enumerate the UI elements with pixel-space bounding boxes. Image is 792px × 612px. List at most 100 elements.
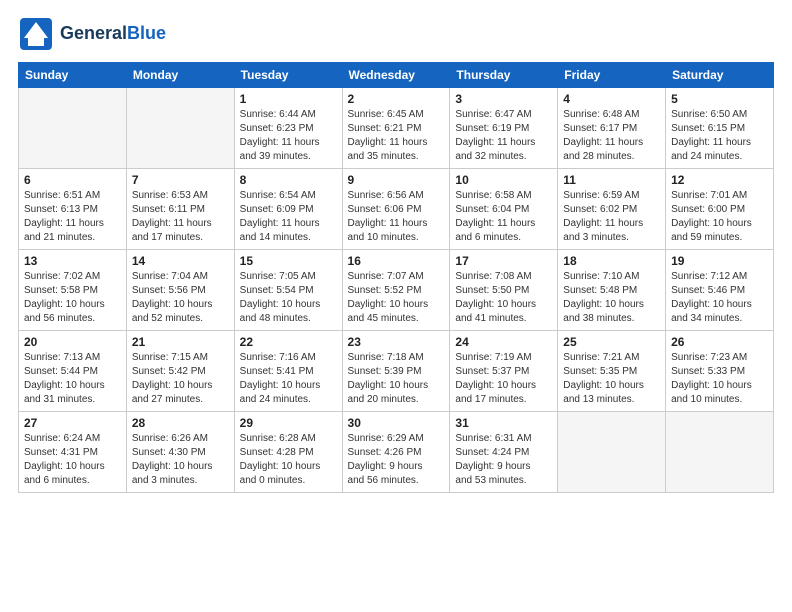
calendar-cell xyxy=(666,412,774,493)
col-header-thursday: Thursday xyxy=(450,63,558,88)
calendar-cell: 25Sunrise: 7:21 AM Sunset: 5:35 PM Dayli… xyxy=(558,331,666,412)
day-number: 7 xyxy=(132,173,229,187)
day-info: Sunrise: 7:04 AM Sunset: 5:56 PM Dayligh… xyxy=(132,270,229,326)
week-row-3: 13 Sunrise: 7:02 AM Sunset: 5:58 PM Dayli… xyxy=(19,250,774,331)
calendar-cell: 8Sunrise: 6:54 AM Sunset: 6:09 PM Daylig… xyxy=(234,169,342,250)
day-number: 17 xyxy=(455,254,552,268)
day-number: 21 xyxy=(132,335,229,349)
calendar-cell: 12 Sunrise: 7:01 AM Sunset: 6:00 PM Dayli… xyxy=(666,169,774,250)
calendar-cell: 5 Sunrise: 6:50 AM Sunset: 6:15 PM Daylig… xyxy=(666,88,774,169)
day-number: 24 xyxy=(455,335,552,349)
logo-icon xyxy=(18,16,54,52)
calendar-cell xyxy=(126,88,234,169)
day-number: 28 xyxy=(132,416,229,430)
day-info: Sunrise: 6:24 AM Sunset: 4:31 PM Dayligh… xyxy=(24,432,121,488)
col-header-saturday: Saturday xyxy=(666,63,774,88)
calendar-cell: 15 Sunrise: 7:05 AM Sunset: 5:54 PM Dayli… xyxy=(234,250,342,331)
day-info: Sunrise: 7:15 AM Sunset: 5:42 PM Dayligh… xyxy=(132,351,229,407)
day-number: 30 xyxy=(348,416,445,430)
day-number: 1 xyxy=(240,92,337,106)
day-info: Sunrise: 7:23 AM Sunset: 5:33 PM Dayligh… xyxy=(671,351,768,407)
calendar-cell: 14Sunrise: 7:04 AM Sunset: 5:56 PM Dayli… xyxy=(126,250,234,331)
day-info: Sunrise: 6:26 AM Sunset: 4:30 PM Dayligh… xyxy=(132,432,229,488)
calendar-cell: 30 Sunrise: 6:29 AM Sunset: 4:26 PM Dayli… xyxy=(342,412,450,493)
day-number: 15 xyxy=(240,254,337,268)
calendar-cell xyxy=(558,412,666,493)
day-number: 5 xyxy=(671,92,768,106)
col-header-sunday: Sunday xyxy=(19,63,127,88)
calendar-cell: 29 Sunrise: 6:28 AM Sunset: 4:28 PM Dayli… xyxy=(234,412,342,493)
day-info: Sunrise: 6:44 AM Sunset: 6:23 PM Dayligh… xyxy=(240,108,337,164)
day-info: Sunrise: 7:16 AM Sunset: 5:41 PM Dayligh… xyxy=(240,351,337,407)
day-number: 19 xyxy=(671,254,768,268)
calendar-cell: 21 Sunrise: 7:15 AM Sunset: 5:42 PM Dayli… xyxy=(126,331,234,412)
calendar-cell: 31Sunrise: 6:31 AM Sunset: 4:24 PM Dayli… xyxy=(450,412,558,493)
day-info: Sunrise: 6:50 AM Sunset: 6:15 PM Dayligh… xyxy=(671,108,768,164)
day-number: 11 xyxy=(563,173,660,187)
day-info: Sunrise: 7:13 AM Sunset: 5:44 PM Dayligh… xyxy=(24,351,121,407)
calendar-cell: 23 Sunrise: 7:18 AM Sunset: 5:39 PM Dayli… xyxy=(342,331,450,412)
day-number: 22 xyxy=(240,335,337,349)
calendar-cell: 11 Sunrise: 6:59 AM Sunset: 6:02 PM Dayli… xyxy=(558,169,666,250)
logo-blue: Blue xyxy=(127,23,166,43)
logo: GeneralBlue xyxy=(18,16,166,52)
calendar-cell: 19 Sunrise: 7:12 AM Sunset: 5:46 PM Dayli… xyxy=(666,250,774,331)
day-info: Sunrise: 6:56 AM Sunset: 6:06 PM Dayligh… xyxy=(348,189,445,245)
day-number: 12 xyxy=(671,173,768,187)
day-info: Sunrise: 6:45 AM Sunset: 6:21 PM Dayligh… xyxy=(348,108,445,164)
calendar-cell: 9Sunrise: 6:56 AM Sunset: 6:06 PM Daylig… xyxy=(342,169,450,250)
day-info: Sunrise: 7:21 AM Sunset: 5:35 PM Dayligh… xyxy=(563,351,660,407)
day-info: Sunrise: 7:08 AM Sunset: 5:50 PM Dayligh… xyxy=(455,270,552,326)
day-info: Sunrise: 6:47 AM Sunset: 6:19 PM Dayligh… xyxy=(455,108,552,164)
calendar-cell: 2 Sunrise: 6:45 AM Sunset: 6:21 PM Daylig… xyxy=(342,88,450,169)
calendar-cell xyxy=(19,88,127,169)
calendar-cell: 26 Sunrise: 7:23 AM Sunset: 5:33 PM Dayli… xyxy=(666,331,774,412)
calendar-cell: 3Sunrise: 6:47 AM Sunset: 6:19 PM Daylig… xyxy=(450,88,558,169)
day-number: 10 xyxy=(455,173,552,187)
calendar-cell: 6 Sunrise: 6:51 AM Sunset: 6:13 PM Daylig… xyxy=(19,169,127,250)
day-number: 13 xyxy=(24,254,121,268)
calendar-cell: 4Sunrise: 6:48 AM Sunset: 6:17 PM Daylig… xyxy=(558,88,666,169)
calendar-cell: 7Sunrise: 6:53 AM Sunset: 6:11 PM Daylig… xyxy=(126,169,234,250)
page: GeneralBlue SundayMondayTuesdayWednesday… xyxy=(0,0,792,612)
logo-general: General xyxy=(60,23,127,43)
col-header-tuesday: Tuesday xyxy=(234,63,342,88)
day-info: Sunrise: 7:19 AM Sunset: 5:37 PM Dayligh… xyxy=(455,351,552,407)
day-info: Sunrise: 7:18 AM Sunset: 5:39 PM Dayligh… xyxy=(348,351,445,407)
col-header-friday: Friday xyxy=(558,63,666,88)
calendar-cell: 24 Sunrise: 7:19 AM Sunset: 5:37 PM Dayli… xyxy=(450,331,558,412)
col-header-monday: Monday xyxy=(126,63,234,88)
day-number: 16 xyxy=(348,254,445,268)
day-number: 23 xyxy=(348,335,445,349)
calendar-cell: 10 Sunrise: 6:58 AM Sunset: 6:04 PM Dayli… xyxy=(450,169,558,250)
day-info: Sunrise: 7:02 AM Sunset: 5:58 PM Dayligh… xyxy=(24,270,121,326)
week-row-4: 20 Sunrise: 7:13 AM Sunset: 5:44 PM Dayli… xyxy=(19,331,774,412)
day-number: 20 xyxy=(24,335,121,349)
day-info: Sunrise: 7:12 AM Sunset: 5:46 PM Dayligh… xyxy=(671,270,768,326)
day-info: Sunrise: 6:58 AM Sunset: 6:04 PM Dayligh… xyxy=(455,189,552,245)
calendar-cell: 22 Sunrise: 7:16 AM Sunset: 5:41 PM Dayli… xyxy=(234,331,342,412)
day-info: Sunrise: 6:51 AM Sunset: 6:13 PM Dayligh… xyxy=(24,189,121,245)
day-info: Sunrise: 7:01 AM Sunset: 6:00 PM Dayligh… xyxy=(671,189,768,245)
day-number: 6 xyxy=(24,173,121,187)
week-row-2: 6 Sunrise: 6:51 AM Sunset: 6:13 PM Daylig… xyxy=(19,169,774,250)
day-info: Sunrise: 6:48 AM Sunset: 6:17 PM Dayligh… xyxy=(563,108,660,164)
day-number: 27 xyxy=(24,416,121,430)
calendar-cell: 17 Sunrise: 7:08 AM Sunset: 5:50 PM Dayli… xyxy=(450,250,558,331)
col-header-wednesday: Wednesday xyxy=(342,63,450,88)
day-info: Sunrise: 7:05 AM Sunset: 5:54 PM Dayligh… xyxy=(240,270,337,326)
day-info: Sunrise: 6:28 AM Sunset: 4:28 PM Dayligh… xyxy=(240,432,337,488)
day-info: Sunrise: 7:10 AM Sunset: 5:48 PM Dayligh… xyxy=(563,270,660,326)
day-info: Sunrise: 6:29 AM Sunset: 4:26 PM Dayligh… xyxy=(348,432,445,488)
day-number: 29 xyxy=(240,416,337,430)
calendar-cell: 27 Sunrise: 6:24 AM Sunset: 4:31 PM Dayli… xyxy=(19,412,127,493)
day-info: Sunrise: 6:59 AM Sunset: 6:02 PM Dayligh… xyxy=(563,189,660,245)
day-number: 2 xyxy=(348,92,445,106)
day-info: Sunrise: 6:54 AM Sunset: 6:09 PM Dayligh… xyxy=(240,189,337,245)
calendar-cell: 18 Sunrise: 7:10 AM Sunset: 5:48 PM Dayli… xyxy=(558,250,666,331)
header: GeneralBlue xyxy=(18,16,774,52)
day-info: Sunrise: 7:07 AM Sunset: 5:52 PM Dayligh… xyxy=(348,270,445,326)
day-number: 18 xyxy=(563,254,660,268)
day-number: 26 xyxy=(671,335,768,349)
calendar: SundayMondayTuesdayWednesdayThursdayFrid… xyxy=(18,62,774,493)
